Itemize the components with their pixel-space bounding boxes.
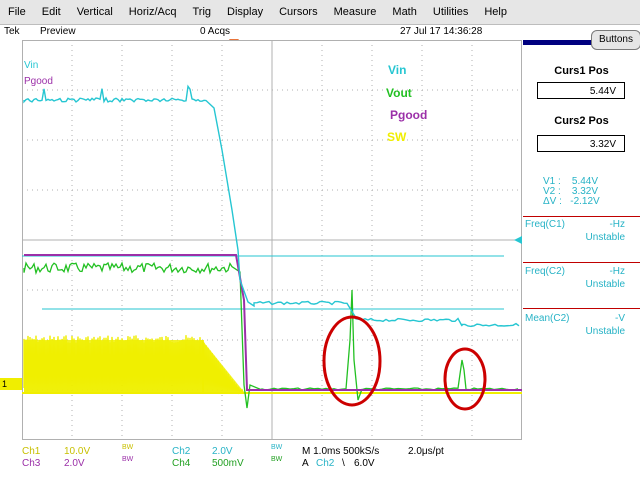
measurement-2-status: Unstable xyxy=(585,279,625,290)
measurement-divider-2 xyxy=(523,262,640,263)
ch4-bandwidth-icon: BW xyxy=(271,456,283,463)
menu-edit[interactable]: Edit xyxy=(34,2,69,22)
channel-readouts: Ch1 10.0V BW Ch2 2.0V BW Ch3 2.0V BW Ch4… xyxy=(0,441,640,480)
ch3-scale[interactable]: 2.0V xyxy=(64,458,85,469)
left-label-pgood: Pgood xyxy=(24,76,53,87)
ch1-scale[interactable]: 10.0V xyxy=(64,446,90,457)
measurement-divider-1 xyxy=(523,216,640,217)
menu-help[interactable]: Help xyxy=(476,2,515,22)
menu-math[interactable]: Math xyxy=(384,2,424,22)
ch4-scale[interactable]: 500mV xyxy=(212,458,244,469)
status-bar: Tek Preview 0 Acqs 27 Jul 17 14:36:28 xyxy=(0,25,640,40)
ch2-label[interactable]: Ch2 xyxy=(172,446,190,457)
timebase-readout[interactable]: M 1.0ms 500kS/s xyxy=(302,446,379,457)
ch3-label[interactable]: Ch3 xyxy=(22,458,40,469)
trigger-level[interactable]: 6.0V xyxy=(354,458,375,469)
acquisition-count: 0 Acqs xyxy=(200,26,231,37)
menu-utilities[interactable]: Utilities xyxy=(425,2,476,22)
legend-vout: Vout xyxy=(386,86,412,100)
trigger-source[interactable]: Ch2 xyxy=(316,458,334,469)
measurement-1-status: Unstable xyxy=(585,232,625,243)
curs2-position-field[interactable]: 3.32V xyxy=(537,135,625,152)
menu-vertical[interactable]: Vertical xyxy=(69,2,121,22)
ch4-label[interactable]: Ch4 xyxy=(172,458,190,469)
measurement-2-name: Freq(C2) xyxy=(525,266,566,277)
sw-switching-fill xyxy=(24,340,204,392)
menu-bar: File Edit Vertical Horiz/Acq Trig Displa… xyxy=(0,0,640,25)
brand-label: Tek xyxy=(4,26,20,37)
ch1-bandwidth-icon: BW xyxy=(122,444,134,451)
ch2-bandwidth-icon: BW xyxy=(271,444,283,451)
measurement-2-value: -Hz xyxy=(609,266,625,277)
cursor-side-panel: Buttons Curs1 Pos 5.44V Curs2 Pos 3.32V … xyxy=(523,30,640,440)
measurement-3-value: -V xyxy=(615,313,625,324)
buttons-button[interactable]: Buttons xyxy=(591,30,640,50)
trigger-slope-icon: \ xyxy=(342,458,345,469)
measurement-3-status: Unstable xyxy=(585,326,625,337)
measurement-3-name: Mean(C2) xyxy=(525,313,570,324)
vin-level-marker-icon xyxy=(514,236,522,244)
legend-vin: Vin xyxy=(388,63,407,77)
channel1-marker-label: 1 xyxy=(2,379,8,389)
waveform-svg xyxy=(22,40,522,440)
ch3-bandwidth-icon: BW xyxy=(122,456,134,463)
menu-measure[interactable]: Measure xyxy=(326,2,385,22)
legend-pgood: Pgood xyxy=(390,108,428,122)
ch2-scale[interactable]: 2.0V xyxy=(212,446,233,457)
trigger-a-label: A xyxy=(302,458,309,469)
menu-display[interactable]: Display xyxy=(219,2,271,22)
curs2-title: Curs2 Pos xyxy=(554,115,609,127)
menu-trig[interactable]: Trig xyxy=(184,2,219,22)
readout-delta-v: ΔV : -2.12V xyxy=(543,196,600,207)
measurement-divider-3 xyxy=(523,308,640,309)
channel1-ground-marker[interactable]: 1 xyxy=(0,378,22,390)
waveform-display[interactable]: Vin Pgood Vin Vout Pgood SW xyxy=(22,40,522,440)
acquisition-mode: Preview xyxy=(40,26,76,37)
menu-horiz-acq[interactable]: Horiz/Acq xyxy=(121,2,185,22)
ch1-label[interactable]: Ch1 xyxy=(22,446,40,457)
measurement-1-name: Freq(C1) xyxy=(525,219,566,230)
legend-sw: SW xyxy=(387,130,407,144)
left-label-vin: Vin xyxy=(24,60,39,71)
menu-cursors[interactable]: Cursors xyxy=(271,2,326,22)
menu-file[interactable]: File xyxy=(0,2,34,22)
date-time: 27 Jul 17 14:36:28 xyxy=(400,26,483,37)
curs1-title: Curs1 Pos xyxy=(554,65,609,77)
sample-interval-readout: 2.0μs/pt xyxy=(408,446,444,457)
measurement-1-value: -Hz xyxy=(609,219,625,230)
curs1-position-field[interactable]: 5.44V xyxy=(537,82,625,99)
